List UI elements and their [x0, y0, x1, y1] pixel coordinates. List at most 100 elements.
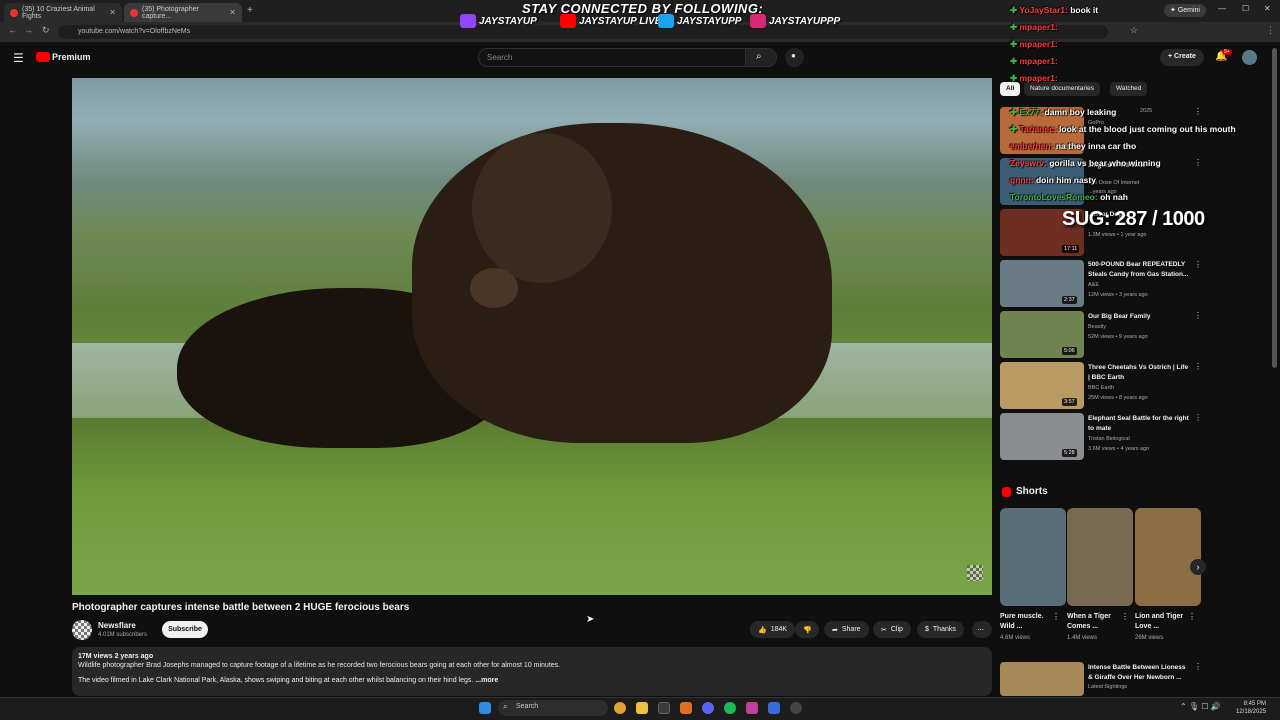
- file-explorer-icon[interactable]: [636, 702, 648, 714]
- social-handle: JAYSTAYUP LIVE: [579, 15, 662, 27]
- tray-icons[interactable]: ⌃ 🎙 ☐ 🔊: [1180, 702, 1221, 711]
- video-thumbnail[interactable]: [1000, 662, 1084, 696]
- social-handle: JAYSTAYUP: [479, 15, 537, 27]
- rec-title: 500-POUND Bear REPEATEDLY Steals Candy f…: [1088, 261, 1189, 278]
- channel-name[interactable]: Newsflare: [98, 621, 136, 630]
- maximize-icon[interactable]: ☐: [1242, 4, 1249, 13]
- shorts-next-arrow-icon[interactable]: ›: [1190, 559, 1206, 575]
- windows-start-icon[interactable]: [479, 702, 491, 714]
- new-tab-icon[interactable]: +: [247, 5, 253, 16]
- clip-button[interactable]: ✂ Clip: [873, 621, 911, 638]
- more-horizontal-icon: ⋯: [977, 626, 984, 634]
- social-handle: JAYSTAYUPPP: [769, 15, 841, 27]
- hamburger-menu-icon[interactable]: ☰: [13, 51, 24, 65]
- minimize-icon[interactable]: —: [1218, 4, 1226, 13]
- more-vertical-icon[interactable]: ⋮: [1194, 311, 1202, 320]
- more-vertical-icon[interactable]: ⋮: [1188, 612, 1196, 621]
- app-icon[interactable]: [680, 702, 692, 714]
- browser-menu-icon[interactable]: ⋮: [1266, 25, 1275, 36]
- short-title[interactable]: Lion and Tiger Love ...: [1135, 612, 1195, 632]
- short-views: 4.6M views: [1000, 635, 1031, 641]
- terminal-icon[interactable]: [658, 702, 670, 714]
- app-icon[interactable]: [746, 702, 758, 714]
- bear-snout: [470, 268, 518, 308]
- reload-icon[interactable]: ↻: [42, 25, 50, 36]
- more-actions-button[interactable]: ⋯: [972, 621, 992, 638]
- chrome-icon[interactable]: [614, 702, 626, 714]
- rec-title: Three Cheetahs Vs Ostrich | Life | BBC E…: [1088, 364, 1189, 381]
- rec-meta: 52M views • 9 years ago: [1088, 334, 1148, 340]
- close-tab-icon[interactable]: ✕: [109, 8, 116, 17]
- more-vertical-icon[interactable]: ⋮: [1194, 158, 1202, 167]
- chip-nature-documentaries[interactable]: Nature documentaries: [1024, 82, 1100, 96]
- description-line-2: The video filmed in Lake Clark National …: [78, 677, 986, 684]
- search-input[interactable]: Search: [478, 48, 746, 67]
- recommendation-item[interactable]: 2:37 500-POUND Bear REPEATEDLY Steals Ca…: [1000, 260, 1202, 308]
- more-vertical-icon[interactable]: ⋮: [1194, 362, 1202, 371]
- short-title[interactable]: Pure muscle. Wild ...: [1000, 612, 1060, 632]
- recommendation-item[interactable]: 5:06 Our Big Bear Family Beastly 52M vie…: [1000, 311, 1202, 359]
- short-thumbnail[interactable]: [1067, 508, 1133, 606]
- short-thumbnail[interactable]: [1135, 508, 1201, 606]
- taskbar-clock[interactable]: 8:45 PM 12/18/2025: [1236, 700, 1266, 716]
- rec-channel: Tristan Biological: [1088, 436, 1130, 442]
- forward-icon[interactable]: →: [24, 25, 33, 35]
- youtube-premium-logo[interactable]: Premium: [52, 52, 91, 62]
- recommendation-item[interactable]: 5:28 Elephant Seal Battle for the right …: [1000, 413, 1202, 461]
- short-views: 26M views: [1135, 635, 1164, 641]
- rec-title: Our Big Bear Family: [1088, 313, 1151, 320]
- chat-user: TorontoLovesRomeo:: [1010, 192, 1098, 202]
- chat-message: TorontoLovesRomeo: oh nah: [1010, 192, 1128, 202]
- thanks-button[interactable]: $ Thanks: [917, 621, 964, 638]
- recommendation-item[interactable]: 3:57 Three Cheetahs Vs Ostrich | Life | …: [1000, 362, 1202, 410]
- twitch-icon: [460, 14, 476, 28]
- app-icon[interactable]: [768, 702, 780, 714]
- short-thumbnail[interactable]: [1000, 508, 1066, 606]
- browser-tab-active[interactable]: (35) Photographer capture... ✕: [124, 3, 242, 22]
- more-link[interactable]: ...more: [475, 677, 498, 684]
- notification-badge: 9+: [1222, 49, 1232, 55]
- subscribe-button[interactable]: Subscribe: [162, 621, 208, 638]
- short-views: 1.4M views: [1067, 635, 1098, 641]
- thanks-label: Thanks: [932, 626, 956, 633]
- dislike-button[interactable]: 👎: [795, 621, 819, 638]
- spotify-icon[interactable]: [724, 702, 736, 714]
- close-tab-icon[interactable]: ✕: [229, 8, 236, 17]
- more-vertical-icon[interactable]: ⋮: [1121, 612, 1129, 621]
- close-window-icon[interactable]: ✕: [1264, 4, 1271, 13]
- share-button[interactable]: ➦ Share: [824, 621, 869, 638]
- taskbar-search[interactable]: ⌕ Search: [498, 700, 608, 716]
- description-box[interactable]: 17M views 2 years ago Wildlife photograp…: [72, 647, 992, 696]
- gemini-button[interactable]: ✦ Gemini: [1164, 4, 1206, 17]
- more-vertical-icon[interactable]: ⋮: [1194, 662, 1202, 671]
- like-button[interactable]: 👍 184K: [750, 621, 796, 638]
- social-youtube: JAYSTAYUP LIVE: [560, 14, 661, 28]
- more-vertical-icon[interactable]: ⋮: [1052, 612, 1060, 621]
- more-vertical-icon[interactable]: ⋮: [1194, 260, 1202, 269]
- chat-message: ✚ Tarianec: look at the blood just comin…: [1010, 124, 1236, 135]
- search-icon: ⌕: [503, 702, 508, 711]
- create-button[interactable]: + Create: [1160, 49, 1204, 66]
- search-button[interactable]: ⌕: [745, 48, 777, 67]
- browser-tab[interactable]: (35) 10 Craziest Animal Fights ✕: [4, 3, 122, 22]
- chat-text: gorilla vs bear who winning: [1049, 158, 1161, 168]
- create-label: Create: [1174, 53, 1196, 60]
- short-title[interactable]: When a Tiger Comes ...: [1067, 612, 1127, 632]
- page-scrollbar[interactable]: [1272, 48, 1277, 368]
- avatar[interactable]: [1242, 50, 1257, 65]
- channel-avatar[interactable]: [72, 620, 92, 640]
- youtube-logo-icon[interactable]: [36, 52, 50, 62]
- video-player[interactable]: [72, 78, 992, 595]
- back-icon[interactable]: ←: [8, 25, 17, 35]
- instagram-icon: [750, 14, 766, 28]
- channel-watermark-icon[interactable]: [967, 565, 983, 581]
- discord-icon[interactable]: [702, 702, 714, 714]
- voice-search-button[interactable]: ●: [785, 48, 804, 67]
- description-line: Wildlife photographer Brad Josephs manag…: [78, 662, 561, 669]
- more-vertical-icon[interactable]: ⋮: [1194, 413, 1202, 422]
- obs-icon[interactable]: [790, 702, 802, 714]
- chip-all[interactable]: All: [1000, 82, 1021, 96]
- more-vertical-icon[interactable]: ⋮: [1194, 107, 1202, 116]
- bookmark-star-icon[interactable]: ☆: [1130, 25, 1138, 36]
- chip-watched[interactable]: Watched: [1110, 82, 1148, 96]
